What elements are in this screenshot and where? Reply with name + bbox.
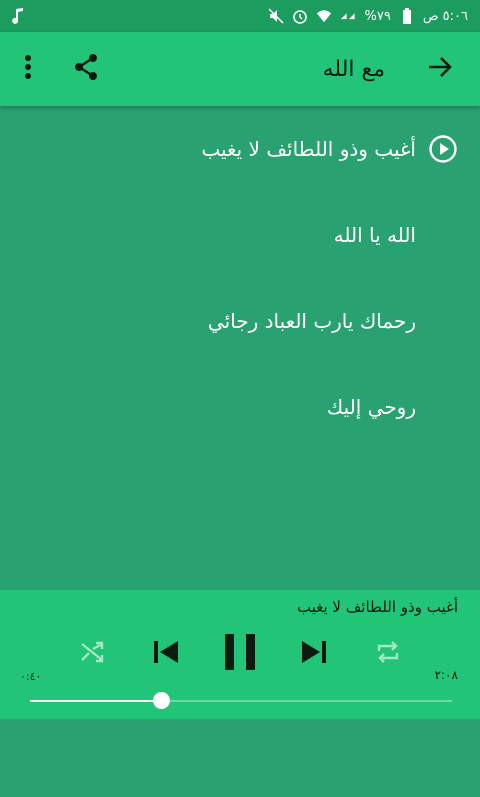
track-list: أغيب وذو اللطائف لا يغيب الله يا الله رح… (0, 106, 480, 590)
overflow-menu-icon (24, 54, 32, 84)
arrow-forward-icon (427, 55, 453, 83)
battery-percent: %٧٩ (364, 8, 391, 24)
track-item[interactable]: روحي إليك (0, 364, 480, 450)
pause-button[interactable] (214, 626, 266, 682)
shuffle-icon (79, 639, 105, 669)
page-title: مع الله (322, 56, 385, 82)
overflow-menu-button[interactable] (10, 32, 46, 106)
track-title: الله يا الله (333, 223, 416, 247)
status-time: ٥:٠٦ ص (422, 8, 468, 24)
share-button[interactable] (64, 32, 108, 106)
bottom-background (0, 719, 480, 797)
track-title: أغيب وذو اللطائف لا يغيب (201, 137, 416, 161)
battery-icon (399, 8, 415, 24)
signal-icon (340, 8, 356, 24)
pause-icon (222, 632, 258, 676)
status-bar: %٧٩ ٥:٠٦ ص (0, 0, 480, 32)
seekbar-thumb[interactable] (152, 692, 170, 709)
repeat-button[interactable] (368, 626, 408, 682)
back-button[interactable] (418, 32, 462, 106)
mute-icon (268, 8, 285, 24)
repeat-icon (375, 639, 401, 669)
previous-button[interactable] (144, 626, 188, 682)
share-icon (72, 53, 100, 85)
status-left (10, 8, 26, 24)
total-duration: ٢:٠٨ (434, 668, 458, 682)
player-controls (0, 626, 480, 682)
track-title: روحي إليك (326, 395, 416, 419)
play-circle-icon (428, 134, 458, 164)
track-item[interactable]: الله يا الله (0, 192, 480, 278)
elapsed-time: ٠:٤٠ (20, 670, 42, 683)
player-panel: أغيب وذو اللطائف لا يغيب ٠:٤٠ ٢:٠٨ (0, 590, 480, 719)
wifi-icon (316, 8, 332, 24)
previous-icon (152, 639, 180, 669)
seekbar[interactable] (30, 692, 452, 709)
seekbar-progress (30, 700, 161, 702)
alarm-icon (292, 8, 308, 24)
music-note-icon (10, 8, 26, 24)
status-right: %٧٩ ٥:٠٦ ص (268, 8, 468, 24)
track-item[interactable]: رحماك يارب العباد رجائي (0, 278, 480, 364)
shuffle-button[interactable] (72, 626, 112, 682)
app-bar: مع الله (0, 32, 480, 106)
track-title: رحماك يارب العباد رجائي (207, 309, 416, 333)
next-button[interactable] (292, 626, 336, 682)
next-icon (300, 639, 328, 669)
track-item[interactable]: أغيب وذو اللطائف لا يغيب (0, 106, 480, 192)
now-playing-title: أغيب وذو اللطائف لا يغيب (296, 598, 458, 616)
